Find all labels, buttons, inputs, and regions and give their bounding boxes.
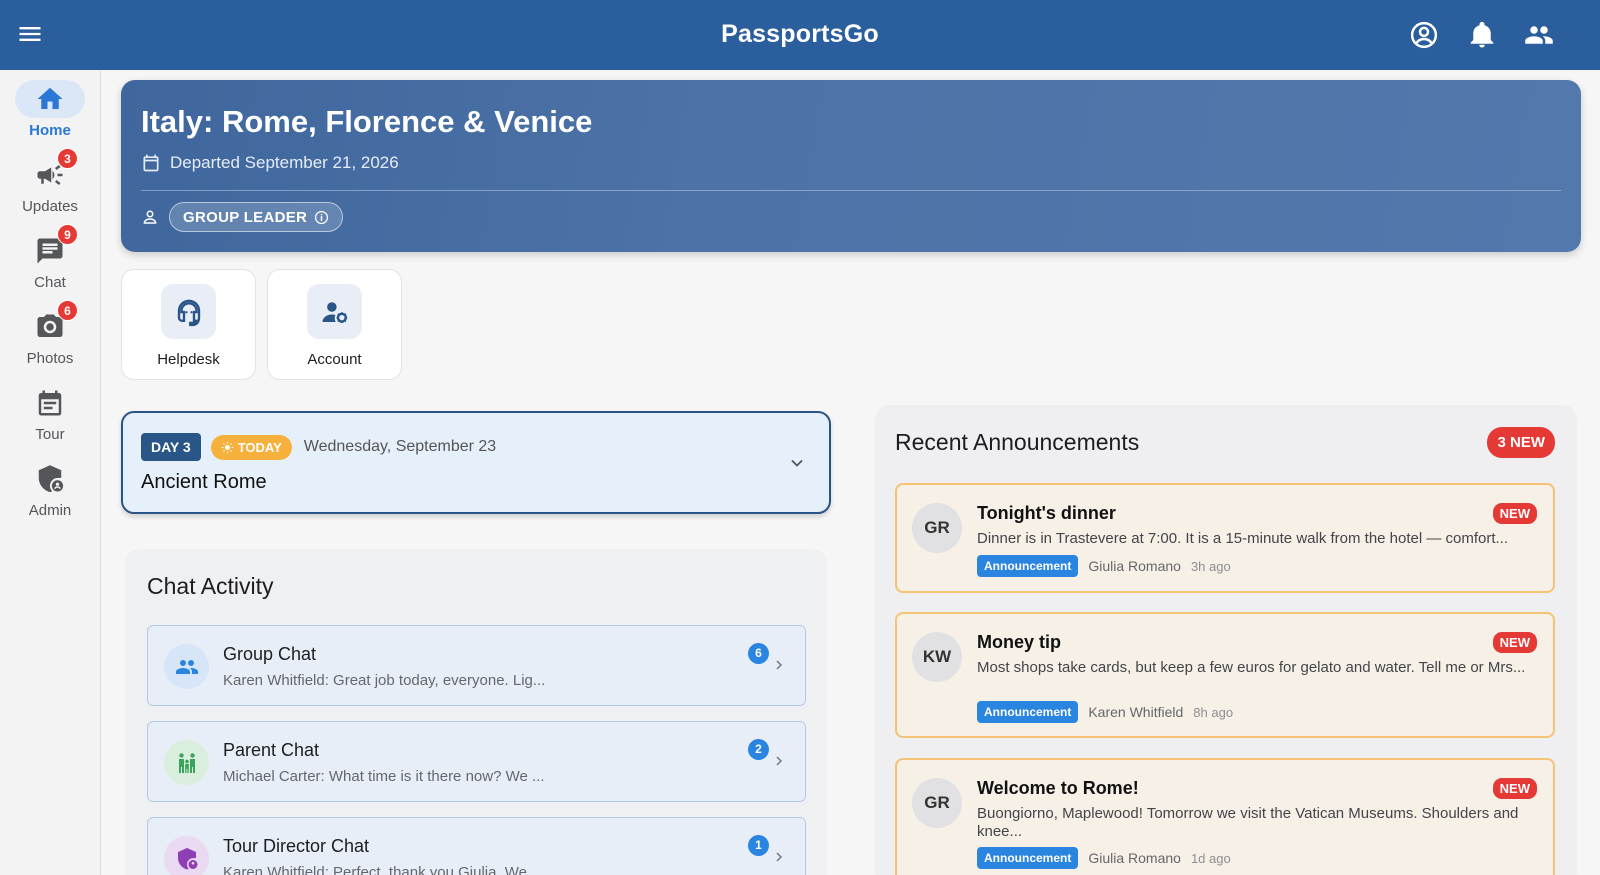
announcement-title: Tonight's dinner: [977, 503, 1116, 523]
chevron-right-icon: [776, 756, 783, 766]
admin-shield-icon: [177, 847, 197, 869]
chevron-right-icon: [776, 660, 783, 670]
day-number-badge: DAY 3: [141, 433, 201, 461]
day-date: Wednesday, September 23: [303, 438, 497, 455]
announcement-tag: Announcement: [977, 847, 1079, 869]
headset-support-icon: [177, 299, 200, 326]
chat-name: Parent Chat: [223, 740, 320, 760]
nav-label-tour: Tour: [35, 426, 65, 443]
notifications-bell-icon[interactable]: [1467, 20, 1497, 50]
announcement-body: Buongiorno, Maplewood! Tomorrow we visit…: [977, 805, 1519, 840]
announcement-author: Giulia Romano: [1088, 850, 1181, 866]
chat-activity-title: Chat Activity: [147, 573, 274, 599]
app-title: PassportsGo: [721, 20, 879, 48]
nav-label-chat: Chat: [34, 274, 66, 291]
unread-count-badge: 6: [748, 643, 769, 664]
account-tile[interactable]: Account: [267, 269, 402, 380]
nav-item-admin[interactable]: Admin: [0, 450, 100, 522]
announcement-card[interactable]: GR Tonight's dinner NEW Dinner is in Tra…: [895, 483, 1555, 593]
nav-label-home: Home: [29, 122, 71, 139]
account-circle-icon[interactable]: [1409, 20, 1439, 50]
announcement-tag: Announcement: [977, 701, 1079, 723]
chat-name: Group Chat: [223, 644, 317, 664]
app-bar: PassportsGo: [0, 0, 1600, 70]
today-itinerary-card[interactable]: DAY 3 TODAY Wednesday, September 23 Anci…: [121, 411, 831, 514]
account-settings-icon: [322, 301, 347, 323]
chat-name: Tour Director Chat: [223, 836, 370, 856]
chat-preview: Michael Carter: What time is it there no…: [223, 768, 545, 785]
trip-header-card: Italy: Rome, Florence & Venice Departed …: [121, 80, 1581, 252]
unread-count-badge: 1: [748, 835, 769, 856]
unread-count-badge: 2: [748, 739, 769, 760]
avatar: GR: [912, 778, 962, 828]
family-icon: [178, 752, 195, 773]
chat-badge: 9: [57, 224, 78, 245]
nav-item-updates[interactable]: 3 Updates: [0, 146, 100, 218]
announcement-author: Giulia Romano: [1088, 558, 1181, 574]
chat-row-parent[interactable]: Parent Chat Michael Carter: What time is…: [147, 721, 806, 802]
role-row: GROUP LEADER: [141, 202, 344, 232]
recent-announcements-panel: Recent Announcements 3 NEW GR Tonight's …: [875, 405, 1577, 875]
announcement-card[interactable]: GR Welcome to Rome! NEW Buongiorno, Mapl…: [895, 758, 1555, 875]
announcement-title: Welcome to Rome!: [977, 778, 1139, 798]
today-badge: TODAY: [210, 434, 292, 460]
helpdesk-label: Helpdesk: [157, 351, 220, 368]
account-label: Account: [307, 351, 362, 368]
announcement-body: Dinner is in Trastevere at 7:00. It is a…: [977, 530, 1509, 547]
nav-item-chat[interactable]: 9 Chat: [0, 222, 100, 294]
nav-item-photos[interactable]: 6 Photos: [0, 298, 100, 370]
trip-title: Italy: Rome, Florence & Venice: [141, 104, 593, 139]
calendar-event-icon: [38, 390, 62, 416]
home-icon: [37, 87, 63, 109]
announcement-body: Most shops take cards, but keep a few eu…: [977, 659, 1526, 676]
announcement-card[interactable]: KW Money tip NEW Most shops take cards, …: [895, 612, 1555, 738]
nav-item-tour[interactable]: Tour: [0, 374, 100, 446]
announcement-author: Karen Whitfield: [1088, 704, 1184, 720]
updates-badge: 3: [57, 148, 78, 169]
chat-row-tour-director[interactable]: Tour Director Chat Karen Whitfield: Perf…: [147, 817, 806, 875]
departure-date: Departed September 21, 2026: [170, 153, 399, 172]
new-badge: NEW: [1492, 503, 1537, 524]
avatar: KW: [912, 632, 962, 682]
announcement-tag: Announcement: [977, 555, 1079, 577]
announcement-time: 3h ago: [1190, 558, 1231, 574]
chevron-down-icon[interactable]: [787, 453, 807, 473]
nav-label-admin: Admin: [28, 502, 72, 519]
person-outline-icon: [143, 210, 157, 224]
avatar: GR: [912, 503, 962, 553]
photos-badge: 6: [57, 300, 78, 321]
announcement-time: 1d ago: [1190, 850, 1231, 866]
chat-row-group[interactable]: Group Chat Karen Whitfield: Great job to…: [147, 625, 806, 706]
group-people-icon[interactable]: [1524, 20, 1554, 50]
day-title: Ancient Rome: [141, 471, 267, 493]
nav-item-home[interactable]: Home: [0, 70, 100, 142]
new-badge: NEW: [1492, 632, 1537, 653]
announcements-title: Recent Announcements: [895, 429, 1140, 455]
calendar-icon: [143, 154, 159, 172]
group-icon: [175, 659, 198, 674]
nav-label-photos: Photos: [26, 350, 74, 367]
chevron-right-icon: [776, 852, 783, 862]
side-navigation: Home 3 Updates 9 Chat 6 Photos Tour Admi…: [0, 70, 101, 875]
helpdesk-tile[interactable]: Helpdesk: [121, 269, 256, 380]
chat-activity-panel: Chat Activity Group Chat Karen Whitfield…: [125, 549, 827, 875]
today-label: TODAY: [237, 439, 282, 455]
admin-shield-icon: [38, 465, 64, 493]
announcement-title: Money tip: [977, 632, 1061, 652]
new-badge: NEW: [1492, 778, 1537, 799]
chat-preview: Karen Whitfield: Perfect, thank you Giul…: [223, 864, 544, 875]
info-icon: [315, 210, 329, 224]
nav-label-updates: Updates: [22, 198, 78, 215]
header-divider: [141, 190, 1561, 191]
departure-info: Departed September 21, 2026: [141, 153, 399, 173]
announcement-time: 8h ago: [1193, 704, 1234, 720]
new-count-badge: 3 NEW: [1487, 427, 1555, 458]
role-label: GROUP LEADER: [183, 208, 308, 226]
group-leader-chip[interactable]: GROUP LEADER: [169, 202, 344, 232]
chat-preview: Karen Whitfield: Great job today, everyo…: [223, 672, 546, 689]
sun-icon: [221, 441, 233, 453]
